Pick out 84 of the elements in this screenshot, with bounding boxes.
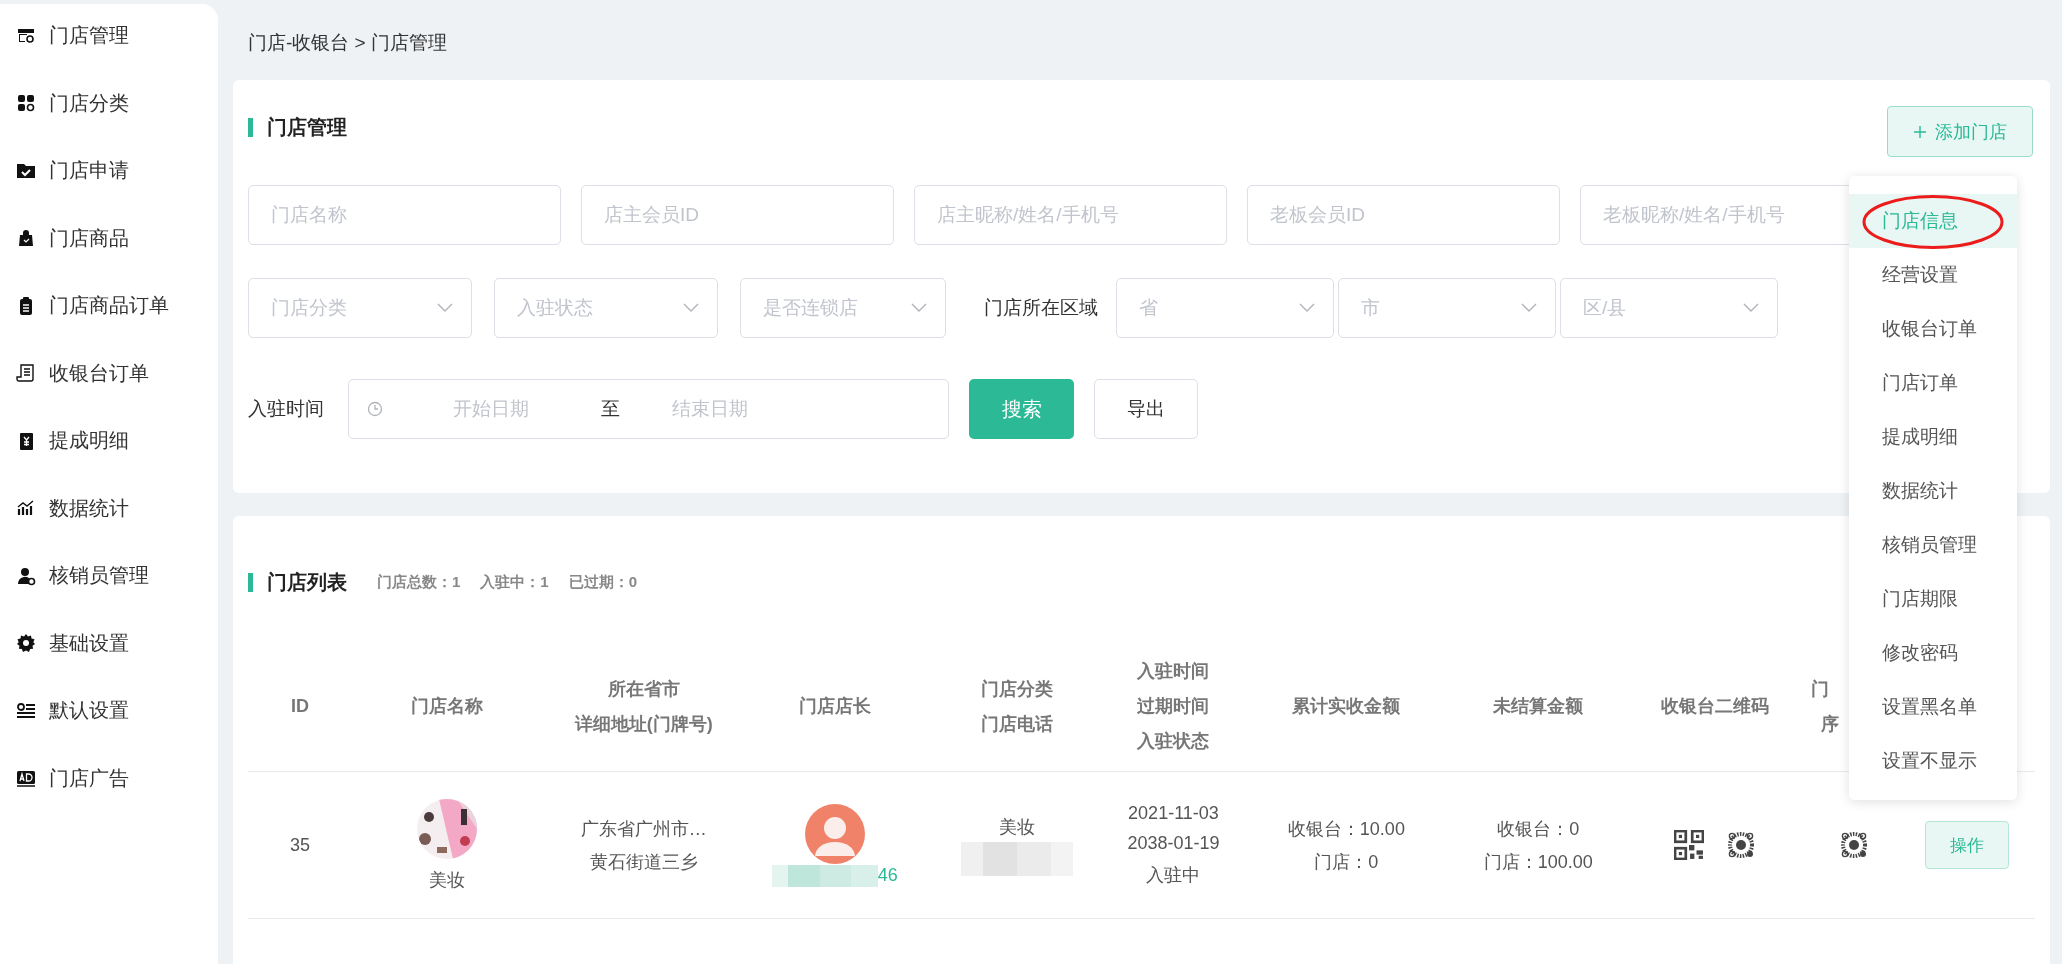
menu-item[interactable]: 收银台订单 <box>1849 302 2017 356</box>
bag-icon <box>16 228 36 249</box>
export-button[interactable]: 导出 <box>1094 379 1198 439</box>
sidebar-item[interactable]: 默认设置 <box>0 677 218 745</box>
list-icon <box>16 700 36 721</box>
table-cell-text: 收银台：10.00 <box>1287 817 1405 841</box>
search-field[interactable]: 店主昵称/姓名/手机号 <box>914 185 1227 245</box>
table-cell-text: 收银台：0 <box>1497 817 1580 841</box>
card-title: 门店列表 <box>267 569 347 595</box>
sidebar-item[interactable]: 门店广告 <box>0 744 218 812</box>
menu-item[interactable]: 设置黑名单 <box>1849 680 2017 734</box>
column-header: 入驻时间 <box>1137 660 1210 683</box>
sidebar-item[interactable]: 基础设置 <box>0 609 218 677</box>
stat-count: 入驻中：1 <box>480 572 549 592</box>
date-range-field[interactable]: 开始日期 至 结束日期 <box>348 379 949 439</box>
ad-icon <box>16 768 36 789</box>
table-cell-text: 广东省广州市… <box>580 817 707 841</box>
chevron-down-icon <box>437 303 453 313</box>
sidebar-item[interactable]: 核销员管理 <box>0 542 218 610</box>
sidebar-item[interactable]: 提成明细 <box>0 407 218 475</box>
table-cell: 35 <box>289 834 310 856</box>
region-label: 门店所在区域 <box>984 296 1098 320</box>
column-header: 未结算金额 <box>1493 695 1584 718</box>
date-label: 入驻时间 <box>248 397 324 421</box>
chevron-down-icon <box>911 303 927 313</box>
settings-icon <box>16 633 36 654</box>
column-header: 累计实收金额 <box>1292 695 1401 718</box>
qr-code-icon[interactable] <box>1674 830 1705 860</box>
sidebar-item[interactable]: 收银台订单 <box>0 339 218 407</box>
column-header: 所在省市 <box>607 677 680 701</box>
card-title: 门店管理 <box>267 115 347 140</box>
menu-item[interactable]: 门店期限 <box>1849 572 2017 626</box>
column-header: 门店名称 <box>410 695 483 718</box>
sidebar-item[interactable]: 门店管理 <box>0 2 218 70</box>
menu-item[interactable]: 提成明细 <box>1849 410 2017 464</box>
grid-icon <box>16 93 36 114</box>
column-header: 入驻状态 <box>1137 730 1210 753</box>
chevron-down-icon <box>683 303 699 313</box>
menu-item[interactable]: 核销员管理 <box>1849 518 2017 572</box>
table-cell-text: 美妆 <box>428 868 465 892</box>
sidebar-item[interactable]: 门店申请 <box>0 137 218 205</box>
column-header: 过期时间 <box>1137 695 1210 718</box>
table-cell-text: 门店：0 <box>1314 850 1379 874</box>
column-header: 门店分类 <box>980 677 1053 701</box>
search-field[interactable]: 门店名称 <box>248 185 561 245</box>
column-header: 门 <box>1811 677 1830 701</box>
table-cell: 2021-11-03 <box>1128 803 1219 824</box>
breadcrumb: 门店-收银台 > 门店管理 <box>248 31 447 55</box>
menu-item[interactable]: 修改密码 <box>1849 626 2017 680</box>
menu-item[interactable]: 数据统计 <box>1849 464 2017 518</box>
table-cell-text: 门店：100.00 <box>1483 850 1593 874</box>
sidebar-item[interactable]: 门店商品订单 <box>0 272 218 340</box>
sidebar-item[interactable]: 门店分类 <box>0 69 218 137</box>
chevron-down-icon <box>1521 303 1537 313</box>
table-cell-text: 美妆 <box>998 815 1035 839</box>
plus-icon <box>1913 124 1927 139</box>
stat-count: 已过期：0 <box>568 572 638 592</box>
sidebar-item[interactable]: 数据统计 <box>0 474 218 542</box>
search-field[interactable]: 老板会员ID <box>1247 185 1560 245</box>
chevron-down-icon <box>1299 303 1315 313</box>
radial-code-icon[interactable] <box>1726 830 1757 860</box>
column-header: 收银台二维码 <box>1661 695 1770 718</box>
chevron-down-icon <box>1743 303 1759 313</box>
column-header: 门店电话 <box>980 712 1053 736</box>
menu-item[interactable]: 经营设置 <box>1849 248 2017 302</box>
column-header: ID <box>290 695 309 717</box>
column-header: 门店店长 <box>798 695 871 718</box>
clock-icon <box>367 401 383 417</box>
table-cell-text: 入驻中 <box>1146 864 1201 887</box>
search-field[interactable]: 店主会员ID <box>581 185 894 245</box>
accent-bar <box>248 118 253 137</box>
stat-count: 门店总数：1 <box>377 572 461 592</box>
table-cell: 2038-01-19 <box>1127 833 1220 854</box>
radial-code-icon[interactable] <box>1839 830 1870 860</box>
receipt-icon <box>16 363 36 384</box>
accent-bar <box>248 572 253 592</box>
sidebar-item[interactable]: 门店商品 <box>0 204 218 272</box>
user-gear-icon <box>16 565 36 586</box>
avatar-icon <box>804 803 865 864</box>
menu-item[interactable]: 门店订单 <box>1849 356 2017 410</box>
menu-item[interactable]: 设置不显示 <box>1849 734 2017 788</box>
column-header: 序 <box>1821 712 1840 736</box>
table-cell-text: 黄石街道三乡 <box>589 850 698 874</box>
column-header: 详细地址(门牌号) <box>574 712 713 736</box>
